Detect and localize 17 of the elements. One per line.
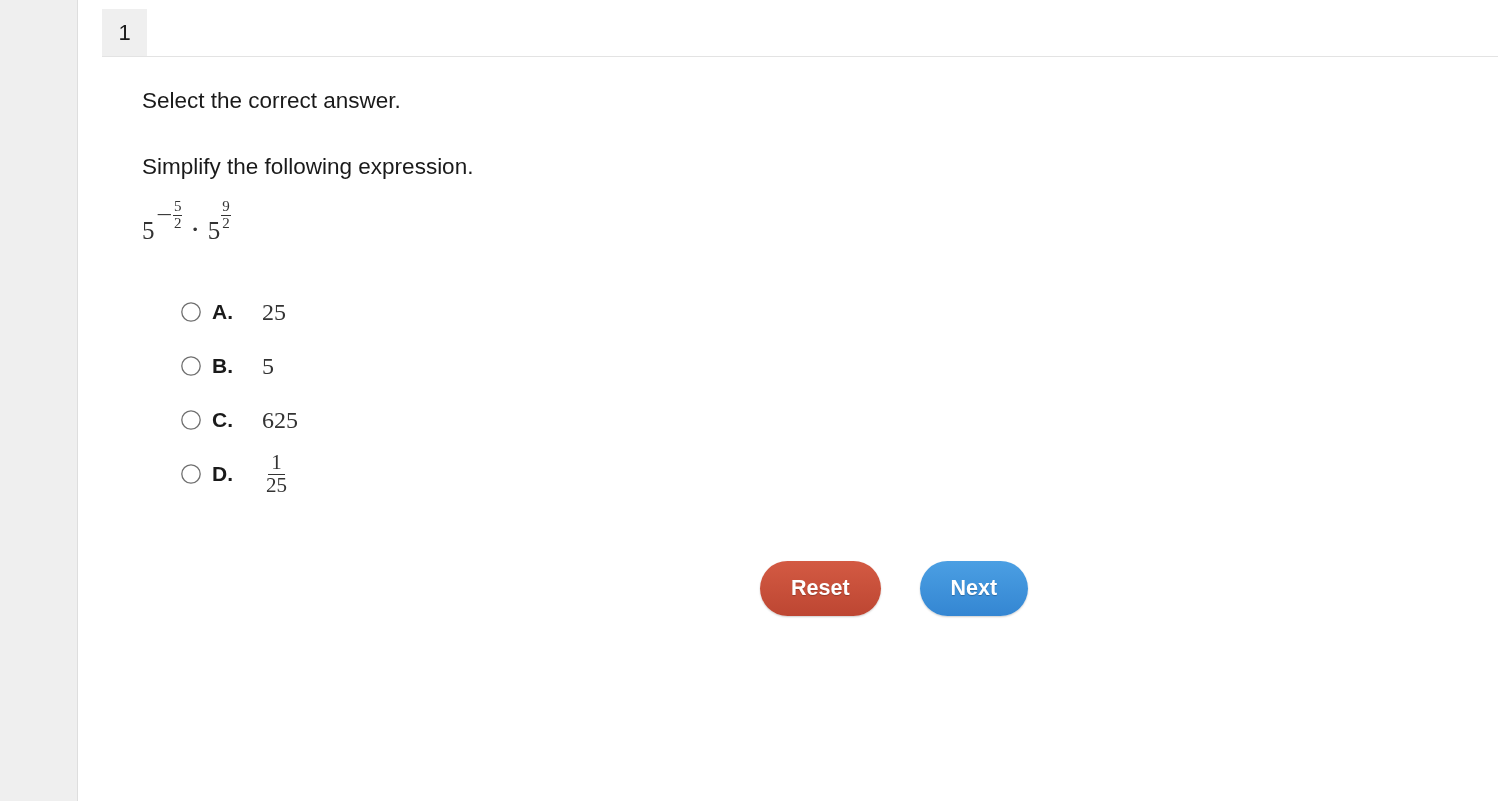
option-letter: B.	[212, 354, 234, 378]
reset-button[interactable]: Reset	[760, 561, 881, 616]
radio-button[interactable]	[181, 356, 201, 376]
answer-value: 25	[262, 298, 286, 326]
answer-fraction: 1 25	[266, 452, 287, 496]
radio-button[interactable]	[181, 302, 201, 322]
next-button[interactable]: Next	[919, 561, 1029, 616]
prompt-text: Simplify the following expression.	[142, 153, 474, 180]
question-tab[interactable]: 1	[102, 9, 147, 56]
radio-button[interactable]	[181, 410, 201, 430]
answer-value: 5	[262, 352, 274, 380]
answer-value: 625	[262, 406, 298, 434]
option-letter: D.	[212, 462, 234, 486]
instruction-text: Select the correct answer.	[142, 87, 401, 114]
radio-button[interactable]	[181, 464, 201, 484]
option-letter: C.	[212, 408, 234, 432]
option-letter: A.	[212, 300, 234, 324]
